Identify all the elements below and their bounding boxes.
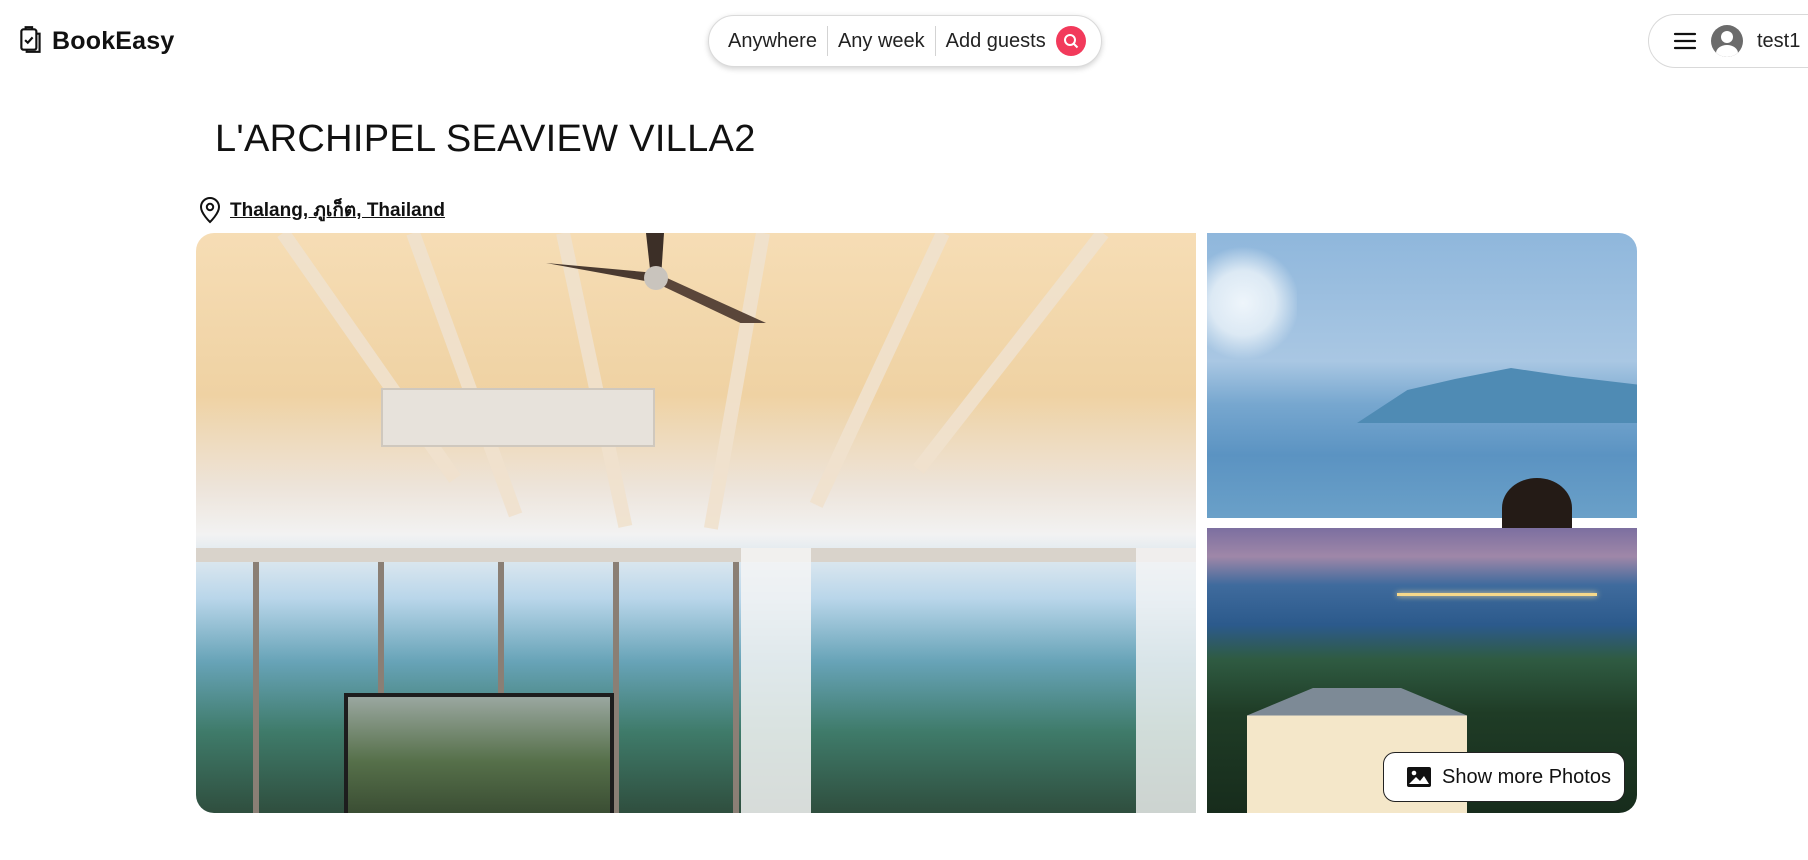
mountain-silhouette	[1357, 368, 1637, 423]
air-vent	[381, 388, 655, 447]
ceiling-fan	[546, 233, 766, 323]
user-name: test1	[1757, 29, 1801, 52]
cloud	[1207, 243, 1297, 363]
main-photo[interactable]	[196, 233, 1196, 813]
search-icon	[1063, 34, 1078, 49]
brand-logo[interactable]: BookEasy	[18, 24, 175, 59]
map-pin-icon	[199, 197, 221, 224]
side-photo-top[interactable]	[1207, 233, 1637, 538]
search-location[interactable]: Anywhere	[728, 30, 817, 53]
hamburger-menu-icon	[1673, 32, 1697, 50]
search-guests[interactable]: Add guests	[946, 30, 1046, 53]
lit-pier	[1397, 593, 1597, 596]
show-more-photos-label: Show more Photos	[1442, 765, 1611, 788]
search-button[interactable]	[1055, 26, 1086, 56]
ceiling-beam	[406, 233, 523, 518]
photo-gallery	[196, 233, 1637, 813]
search-dates[interactable]: Any week	[838, 30, 925, 53]
show-more-photos-button[interactable]: Show more Photos	[1383, 752, 1625, 802]
user-menu[interactable]: test1	[1648, 14, 1808, 68]
image-icon	[1407, 767, 1431, 787]
search-bar[interactable]: Anywhere Any week Add guests	[708, 15, 1102, 67]
brand-name: BookEasy	[52, 27, 175, 55]
location-link[interactable]: Thalang, ภูเก็ต, Thailand	[230, 195, 445, 225]
search-divider	[934, 26, 936, 56]
ceiling-beam	[912, 233, 1109, 474]
search-divider	[826, 26, 828, 56]
tv-screen	[344, 693, 614, 813]
listing-title: L'ARCHIPEL SEAVIEW VILLA2	[215, 118, 756, 160]
clipboard-check-icon	[18, 24, 44, 59]
listing-location[interactable]: Thalang, ภูเก็ต, Thailand	[198, 195, 445, 225]
user-avatar-icon	[1711, 25, 1743, 57]
